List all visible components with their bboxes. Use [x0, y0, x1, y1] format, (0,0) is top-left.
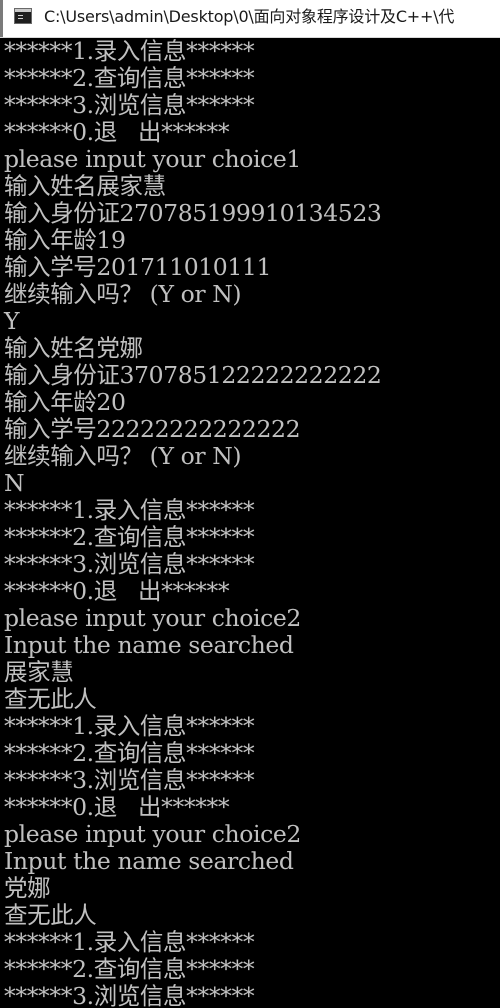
console-line: 党娜	[4, 874, 51, 902]
console-line: 继续输入吗？ (Y or N)	[4, 442, 242, 470]
console-line: ******0.退 出******	[4, 793, 230, 821]
console-line: ******3.浏览信息******	[4, 91, 255, 119]
console-output[interactable]: ******1.录入信息****** ******2.查询信息****** **…	[0, 38, 500, 1008]
console-line: 输入年龄20	[4, 388, 126, 416]
console-line: 输入年龄19	[4, 226, 126, 254]
console-line: N	[4, 469, 25, 497]
console-line: 查无此人	[4, 685, 97, 713]
console-line: ******3.浏览信息******	[4, 766, 255, 794]
console-line: Input the name searched	[4, 631, 294, 659]
console-line: Input the name searched	[4, 847, 294, 875]
console-line: 输入身份证370785122222222222	[4, 361, 382, 389]
console-line: please input your choice2	[4, 820, 301, 848]
console-line: ******1.录入信息******	[4, 496, 255, 524]
console-line: ******0.退 出******	[4, 577, 230, 605]
console-line: ******2.查询信息******	[4, 64, 255, 92]
console-line: ******2.查询信息******	[4, 955, 255, 983]
console-line: ******3.浏览信息******	[4, 982, 255, 1008]
console-app-icon	[14, 8, 32, 24]
console-window: C:\Users\admin\Desktop\0\面向对象程序设计及C++\代 …	[0, 0, 500, 1008]
title-bar[interactable]: C:\Users\admin\Desktop\0\面向对象程序设计及C++\代	[0, 0, 500, 38]
console-line: 输入姓名展家慧	[4, 172, 166, 200]
console-line: Y	[4, 307, 20, 335]
console-line: 输入身份证270785199910134523	[4, 199, 382, 227]
console-line: please input your choice2	[4, 604, 301, 632]
console-line: ******2.查询信息******	[4, 523, 255, 551]
console-line: please input your choice1	[4, 145, 301, 173]
console-line: ******0.退 出******	[4, 118, 230, 146]
window-title: C:\Users\admin\Desktop\0\面向对象程序设计及C++\代	[44, 7, 455, 26]
console-line: 输入姓名党娜	[4, 334, 143, 362]
console-line: 输入学号22222222222222	[4, 415, 301, 443]
console-line: 输入学号201711010111	[4, 253, 272, 281]
window-edge-strip	[0, 0, 3, 37]
console-line: ******1.录入信息******	[4, 928, 255, 956]
console-line: ******2.查询信息******	[4, 739, 255, 767]
console-line: 查无此人	[4, 901, 97, 929]
console-line: ******3.浏览信息******	[4, 550, 255, 578]
console-line: ******1.录入信息******	[4, 38, 255, 65]
console-line: 继续输入吗？ (Y or N)	[4, 280, 242, 308]
console-line: 展家慧	[4, 658, 74, 686]
console-line: ******1.录入信息******	[4, 712, 255, 740]
